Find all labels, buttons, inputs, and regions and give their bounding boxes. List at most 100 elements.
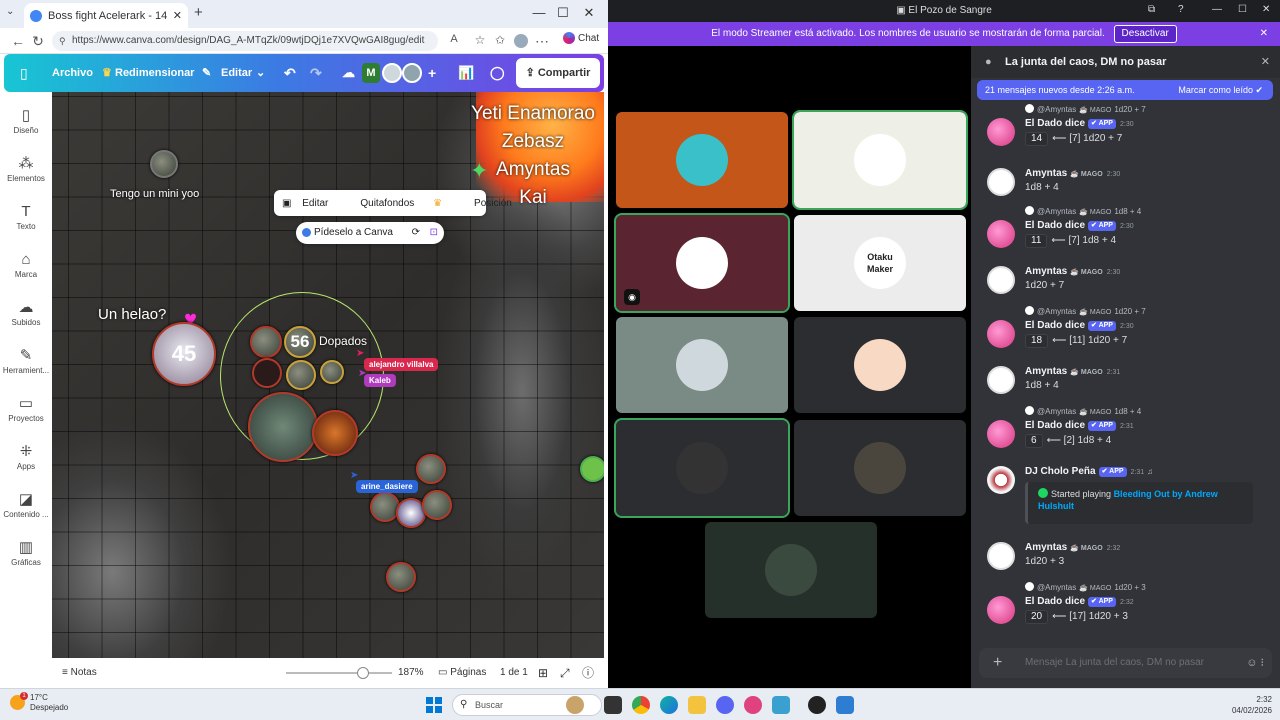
- user-avatar[interactable]: [987, 466, 1015, 494]
- app-icon[interactable]: [836, 696, 854, 714]
- creature-token[interactable]: [320, 360, 344, 384]
- boss-token[interactable]: [248, 392, 318, 462]
- help-icon[interactable]: ?: [1178, 4, 1184, 15]
- reply-reference[interactable]: @Amyntas ☕ MAGO 1d8 + 4: [1025, 206, 1141, 216]
- url-field[interactable]: ⚲ https://www.canva.com/design/DAG_A-MTqZ…: [52, 31, 438, 51]
- creature-token[interactable]: [250, 326, 282, 358]
- add-collaborator-icon[interactable]: +: [428, 54, 436, 92]
- inbox-icon[interactable]: ⧉: [1148, 4, 1155, 15]
- username[interactable]: Amyntas: [1025, 168, 1067, 179]
- new-messages-bar[interactable]: 21 mensajes nuevos desde 2:26 a.m. Marca…: [977, 80, 1273, 100]
- username[interactable]: El Dado dice: [1025, 420, 1085, 431]
- sidebar-item-elements[interactable]: ⁂ Elementos: [0, 154, 52, 183]
- minimize-icon[interactable]: —: [530, 5, 548, 20]
- deactivate-streamer-button[interactable]: Desactivar: [1113, 25, 1177, 43]
- file-explorer-icon[interactable]: [688, 696, 706, 714]
- file-menu[interactable]: Archivo: [52, 54, 93, 92]
- edit-image-button[interactable]: ▣ Editar: [274, 198, 344, 209]
- fullscreen-icon[interactable]: ⤢: [560, 658, 570, 688]
- tab-close-icon[interactable]: ✕: [173, 9, 182, 22]
- maximize-icon[interactable]: ☐: [554, 5, 572, 21]
- side-panel-icon[interactable]: ▯: [20, 54, 28, 92]
- sidebar-item-content[interactable]: ◪ Contenido ...: [0, 490, 52, 519]
- creature-token[interactable]: [422, 490, 452, 520]
- grid-view-icon[interactable]: ⊞: [538, 658, 548, 688]
- more-menu-icon[interactable]: ⋯: [534, 33, 550, 50]
- pages-button[interactable]: ▭ Páginas: [438, 658, 486, 688]
- page-count[interactable]: 1 de 1: [500, 658, 528, 688]
- message-input[interactable]: + Mensaje La junta del caos, DM no pasar…: [979, 648, 1272, 678]
- creature-token[interactable]: [416, 454, 446, 484]
- user-avatar[interactable]: [987, 542, 1015, 570]
- creature-token[interactable]: [252, 358, 282, 388]
- share-button[interactable]: ⇪ Compartir: [516, 58, 600, 88]
- zoom-slider-handle[interactable]: [357, 667, 369, 679]
- undo-icon[interactable]: ↶: [284, 54, 296, 92]
- read-aloud-icon[interactable]: A: [446, 33, 462, 45]
- user-avatar[interactable]: [987, 266, 1015, 294]
- favorite-star-icon[interactable]: ☆: [472, 33, 488, 47]
- profile-avatar[interactable]: [514, 34, 528, 48]
- sidebar-item-brand[interactable]: ⌂ Marca: [0, 250, 52, 279]
- weather-widget[interactable]: 1 17°C Despejado: [10, 692, 68, 713]
- system-clock[interactable]: 2:32 04/02/2026: [1220, 694, 1272, 716]
- resize-button[interactable]: Redimensionar: [115, 54, 194, 92]
- reply-reference[interactable]: @Amyntas ☕ MAGO 1d20 + 3: [1025, 582, 1146, 592]
- creature-token-56[interactable]: 56: [284, 326, 316, 358]
- tab-list-icon[interactable]: ⌄: [6, 6, 14, 17]
- zoom-slider[interactable]: [286, 672, 392, 674]
- sidebar-item-charts[interactable]: ▥ Gráficas: [0, 538, 52, 567]
- mark-read-button[interactable]: Marcar como leído ✔: [1178, 80, 1263, 100]
- video-tile[interactable]: [614, 418, 790, 518]
- creature-token-mini[interactable]: [150, 150, 178, 178]
- zoom-level[interactable]: 187%: [398, 658, 424, 688]
- copilot-chat-button[interactable]: Chat: [563, 32, 599, 44]
- discord-icon[interactable]: [716, 696, 734, 714]
- reply-reference[interactable]: @Amyntas ☕ MAGO 1d20 + 7: [1025, 306, 1146, 316]
- attach-plus-icon[interactable]: +: [993, 648, 1002, 678]
- lock-icon[interactable]: ⊡: [430, 222, 438, 244]
- new-tab-icon[interactable]: +: [194, 4, 203, 21]
- video-tile[interactable]: [616, 112, 788, 208]
- tab-canva[interactable]: Boss fight Acelerark - 14.896 × 17... ✕: [24, 3, 188, 28]
- chevron-down-icon[interactable]: ⌄: [256, 54, 265, 92]
- collaborator-avatar-m[interactable]: M: [362, 63, 380, 83]
- username[interactable]: El Dado dice: [1025, 596, 1085, 607]
- creature-token[interactable]: [386, 562, 416, 592]
- video-tile[interactable]: [794, 317, 966, 413]
- help-icon[interactable]: ⓘ: [582, 658, 594, 688]
- username[interactable]: DJ Cholo Peña: [1025, 466, 1096, 477]
- user-avatar[interactable]: [987, 596, 1015, 624]
- redo-icon[interactable]: ↷: [310, 54, 322, 92]
- notepad-icon[interactable]: [772, 696, 790, 714]
- start-button[interactable]: [426, 697, 442, 713]
- map-note-mini[interactable]: Tengo un mini yoo: [110, 188, 199, 200]
- app-icon[interactable]: [744, 696, 762, 714]
- position-button[interactable]: Posición: [458, 198, 528, 209]
- sidebar-item-layout[interactable]: ▯ Diseño: [0, 106, 52, 135]
- creature-token[interactable]: [370, 492, 400, 522]
- obs-icon[interactable]: [808, 696, 826, 714]
- map-note-helao[interactable]: Un helao?: [98, 306, 166, 323]
- reply-reference[interactable]: @Amyntas ☕ MAGO 1d8 + 4: [1025, 406, 1141, 416]
- user-avatar[interactable]: [987, 420, 1015, 448]
- insights-chart-icon[interactable]: 📊: [458, 54, 474, 92]
- sidebar-item-text[interactable]: T Texto: [0, 202, 52, 231]
- user-avatar[interactable]: [987, 118, 1015, 146]
- creature-token[interactable]: [286, 360, 316, 390]
- comment-icon[interactable]: ◯: [490, 54, 505, 92]
- back-icon[interactable]: ←: [10, 33, 26, 49]
- notes-button[interactable]: ≡ Notas: [62, 658, 97, 688]
- creature-token-45[interactable]: 45: [152, 322, 216, 386]
- chrome-icon[interactable]: [632, 696, 650, 714]
- sidebar-item-upload[interactable]: ☁ Subidos: [0, 298, 52, 327]
- sidebar-item-apps[interactable]: ⁜ Apps: [0, 442, 52, 471]
- task-view-icon[interactable]: [604, 696, 622, 714]
- close-window-icon[interactable]: ✕: [580, 5, 598, 21]
- username[interactable]: El Dado dice: [1025, 118, 1085, 129]
- turn-order-name[interactable]: Zebasz: [462, 128, 604, 156]
- video-tile[interactable]: [792, 110, 968, 210]
- site-info-icon[interactable]: ⚲: [59, 31, 66, 51]
- video-tile[interactable]: ◉: [614, 213, 790, 313]
- ask-canva-button[interactable]: Pídeselo a Canva ⟳ ⊡: [296, 222, 444, 244]
